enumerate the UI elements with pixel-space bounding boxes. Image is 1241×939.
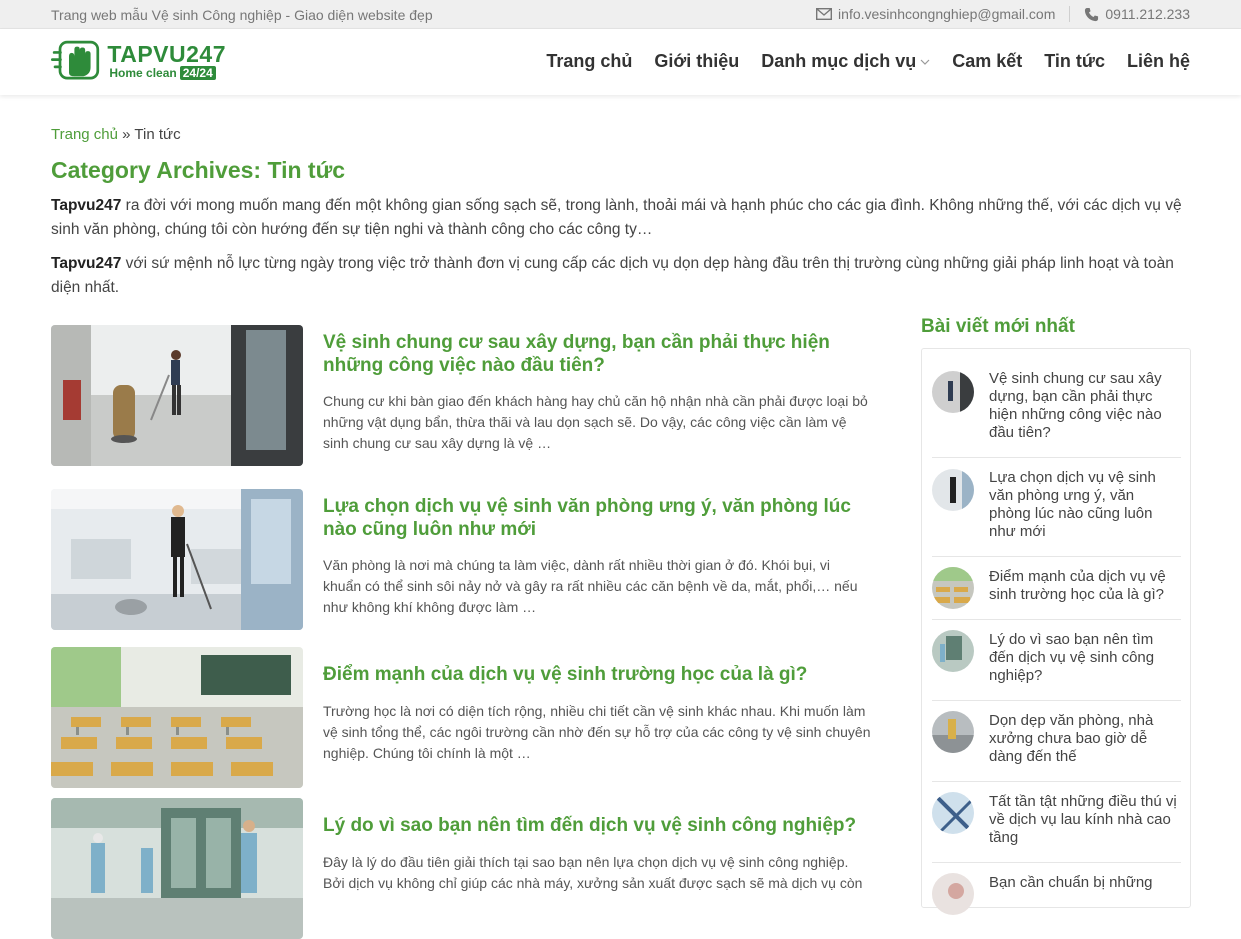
post-excerpt: Trường học là nơi có diện tích rộng, nhi… xyxy=(323,703,871,761)
sidebar-post-item[interactable]: Vệ sinh chung cư sau xây dựng, bạn cần p… xyxy=(932,359,1181,458)
logo-badge: 24/24 xyxy=(179,66,216,80)
sidebar-post-item[interactable]: Dọn dẹp văn phòng, nhà xưởng chưa bao gi… xyxy=(932,701,1181,782)
breadcrumb-current: Tin tức xyxy=(134,126,181,143)
post-title[interactable]: Vệ sinh chung cư sau xây dựng, bạn cần p… xyxy=(323,331,868,377)
site-logo[interactable]: TAPVU247 Home clean 24/24 xyxy=(51,36,226,86)
sidebar-post-title: Vệ sinh chung cư sau xây dựng, bạn cần p… xyxy=(989,370,1162,441)
sidebar-post-thumb xyxy=(932,469,974,511)
post-excerpt: Đây là lý do đầu tiên giải thích tại sao… xyxy=(323,854,863,891)
hand-logo-icon xyxy=(51,40,100,80)
logo-title: TAPVU247 xyxy=(107,41,226,67)
sidebar-post-thumb xyxy=(932,711,974,753)
phone-icon xyxy=(1085,7,1099,21)
post-title[interactable]: Lý do vì sao bạn nên tìm đến dịch vụ vệ … xyxy=(323,814,868,837)
sidebar-title: Bài viết mới nhất xyxy=(921,316,1075,337)
sidebar-post-item[interactable]: Điểm mạnh của dịch vụ vệ sinh trường học… xyxy=(932,557,1181,620)
sidebar-post-thumb xyxy=(932,873,974,915)
chevron-down-icon xyxy=(920,59,930,65)
sidebar-post-thumb xyxy=(932,567,974,609)
sidebar-post-item[interactable]: Tất tần tật những điều thú vị về dịch vụ… xyxy=(932,782,1181,863)
post-excerpt: Chung cư khi bàn giao đến khách hàng hay… xyxy=(323,393,868,451)
top-contact: info.vesinhcongnghiep@gmail.com 0911.212… xyxy=(816,6,1190,22)
nav-item-contact[interactable]: Liên hệ xyxy=(1127,51,1190,72)
sidebar-post-thumb xyxy=(932,630,974,672)
breadcrumb-separator: » xyxy=(122,126,131,143)
main-nav: Trang chủ Giới thiệu Danh mục dịch vụ Ca… xyxy=(546,51,1190,72)
post-excerpt: Văn phòng là nơi mà chúng ta làm việc, d… xyxy=(323,557,858,615)
divider xyxy=(1069,6,1071,22)
site-tagline: Trang web mẫu Vệ sinh Công nghiệp - Giao… xyxy=(51,7,433,23)
sidebar-post-thumb xyxy=(932,792,974,834)
nav-item-news[interactable]: Tin tức xyxy=(1044,51,1105,72)
sidebar-post-title: Bạn cần chuẩn bị những xyxy=(989,874,1153,891)
post-thumbnail[interactable] xyxy=(51,325,303,466)
post-card: Lựa chọn dịch vụ vệ sinh văn phòng ưng ý… xyxy=(51,489,871,630)
intro-paragraph-1: Tapvu247 ra đời với mong muốn mang đến m… xyxy=(51,194,1191,242)
post-title[interactable]: Điểm mạnh của dịch vụ vệ sinh trường học… xyxy=(323,663,868,686)
nav-item-commitment[interactable]: Cam kết xyxy=(952,51,1022,72)
sidebar-post-item[interactable]: Lựa chọn dịch vụ vệ sinh văn phòng ưng ý… xyxy=(932,458,1181,557)
breadcrumb: Trang chủ » Tin tức xyxy=(51,126,181,143)
intro-paragraph-2: Tapvu247 với sứ mệnh nỗ lực từng ngày tr… xyxy=(51,252,1191,300)
sidebar-post-title: Dọn dẹp văn phòng, nhà xưởng chưa bao gi… xyxy=(989,712,1154,765)
nav-item-home[interactable]: Trang chủ xyxy=(546,51,632,72)
phone-text: 0911.212.233 xyxy=(1105,6,1190,22)
post-card: Vệ sinh chung cư sau xây dựng, bạn cần p… xyxy=(51,325,871,466)
nav-item-about[interactable]: Giới thiệu xyxy=(654,51,739,72)
sidebar-post-item[interactable]: Lý do vì sao bạn nên tìm đến dịch vụ vệ … xyxy=(932,620,1181,701)
page-title: Category Archives: Tin tức xyxy=(51,157,346,183)
nav-item-services[interactable]: Danh mục dịch vụ xyxy=(761,51,930,72)
intro-text-1: ra đời với mong muốn mang đến một không … xyxy=(51,197,1182,238)
nav-item-services-label: Danh mục dịch vụ xyxy=(761,51,917,71)
sidebar-post-title: Tất tần tật những điều thú vị về dịch vụ… xyxy=(989,793,1177,846)
sidebar-post-title: Lý do vì sao bạn nên tìm đến dịch vụ vệ … xyxy=(989,631,1155,684)
email-link[interactable]: info.vesinhcongnghiep@gmail.com xyxy=(816,6,1055,22)
site-header: TAPVU247 Home clean 24/24 Trang chủ Giới… xyxy=(0,29,1241,95)
sidebar-post-item[interactable]: Bạn cần chuẩn bị những xyxy=(932,863,1181,923)
breadcrumb-home[interactable]: Trang chủ xyxy=(51,126,118,143)
phone-link[interactable]: 0911.212.233 xyxy=(1084,6,1190,22)
sidebar-post-thumb xyxy=(932,371,974,413)
latest-posts-widget: Vệ sinh chung cư sau xây dựng, bạn cần p… xyxy=(921,348,1191,915)
intro-brand-2: Tapvu247 xyxy=(51,255,122,272)
email-text: info.vesinhcongnghiep@gmail.com xyxy=(838,6,1056,22)
sidebar-post-title: Lựa chọn dịch vụ vệ sinh văn phòng ưng ý… xyxy=(989,469,1156,540)
post-thumbnail[interactable] xyxy=(51,489,303,630)
post-thumbnail[interactable] xyxy=(51,798,303,939)
top-bar: Trang web mẫu Vệ sinh Công nghiệp - Giao… xyxy=(0,0,1241,29)
intro-brand-1: Tapvu247 xyxy=(51,197,122,214)
post-card: Điểm mạnh của dịch vụ vệ sinh trường học… xyxy=(51,647,871,788)
logo-subtitle-row: Home clean 24/24 xyxy=(109,66,226,80)
sidebar-post-title: Điểm mạnh của dịch vụ vệ sinh trường học… xyxy=(989,568,1166,603)
intro-text-2: với sứ mệnh nỗ lực từng ngày trong việc … xyxy=(51,255,1174,296)
post-thumbnail[interactable] xyxy=(51,647,303,788)
post-title[interactable]: Lựa chọn dịch vụ vệ sinh văn phòng ưng ý… xyxy=(323,495,868,541)
post-card: Lý do vì sao bạn nên tìm đến dịch vụ vệ … xyxy=(51,798,871,939)
logo-subtitle: Home clean xyxy=(109,66,177,80)
envelope-icon xyxy=(816,8,833,20)
